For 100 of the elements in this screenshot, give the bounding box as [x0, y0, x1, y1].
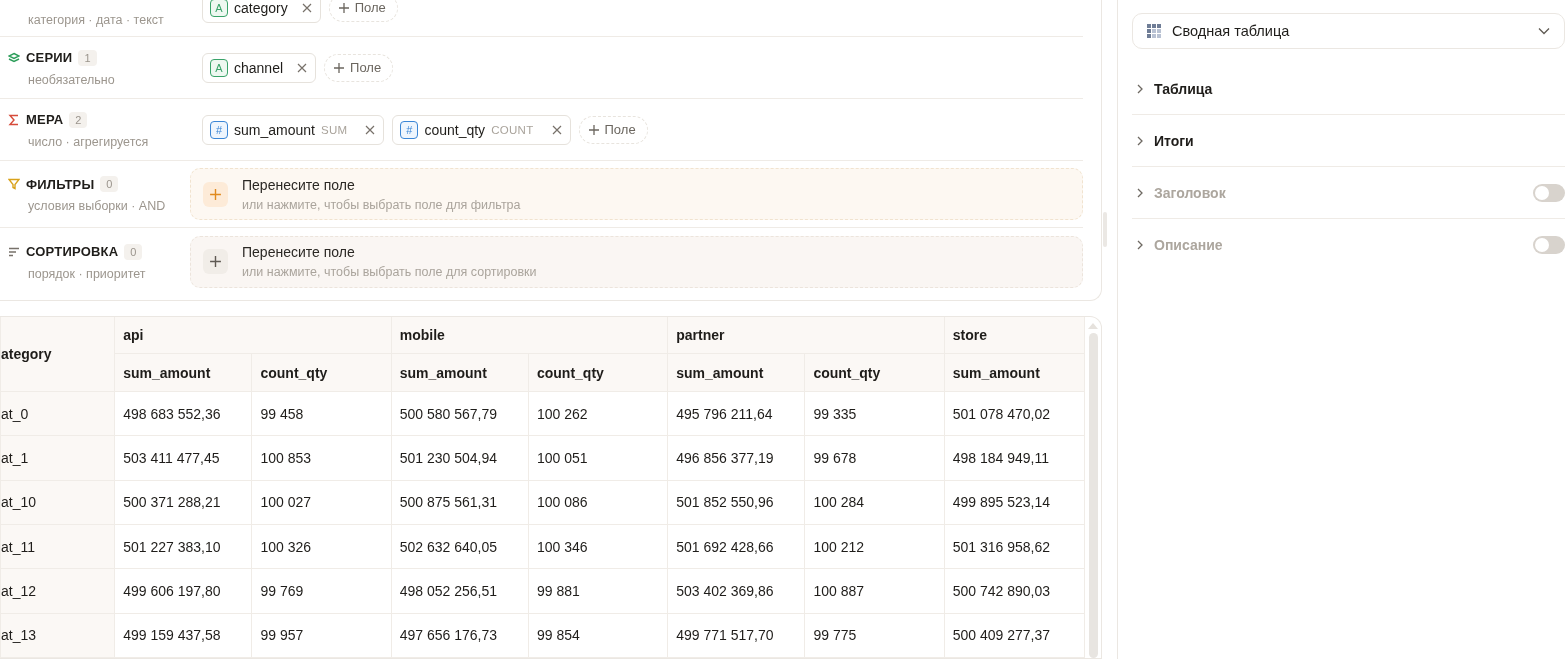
table-cell: 500 409 277,37 — [944, 613, 1085, 658]
count-badge: 1 — [78, 49, 97, 66]
toggle-switch[interactable] — [1533, 183, 1565, 202]
table-cell: 499 895 523,14 — [944, 480, 1085, 525]
column-header: count_qty — [804, 353, 945, 392]
drop-title: Перенесите поле — [242, 176, 356, 193]
table-cell: 501 692 428,66 — [667, 524, 805, 569]
drop-zone[interactable]: Перенесите поле или нажмите, чтобы выбрать поле для сортировки — [190, 235, 1083, 288]
add-field-button[interactable]: Поле — [328, 0, 398, 22]
field-chip[interactable]: A category — [202, 0, 321, 23]
chevron-right-icon — [1136, 187, 1144, 198]
field-chip[interactable]: A channel — [202, 52, 317, 83]
aggregation-label: COUNT — [491, 123, 534, 136]
table-cell: 99 957 — [251, 613, 392, 658]
table-cell: 99 335 — [804, 391, 945, 436]
row-label: at_0 — [0, 391, 115, 436]
drop-title: Перенесите поле — [242, 244, 356, 260]
group-header: mobile — [391, 317, 668, 354]
table-cell: 100 887 — [804, 568, 945, 614]
plus-icon — [333, 61, 346, 74]
table-cell: 498 683 552,36 — [114, 391, 252, 436]
scroll-up-icon[interactable] — [1088, 323, 1098, 329]
group-header: api — [114, 317, 392, 354]
section-header[interactable]: Таблица — [1136, 80, 1565, 97]
chevron-down-icon — [1538, 27, 1550, 35]
column-header: sum_amount — [667, 353, 805, 392]
row-label: at_1 — [0, 435, 115, 481]
row-header: ategory — [0, 317, 115, 392]
type-badge: A — [210, 0, 228, 17]
field-chip[interactable]: # count_qty COUNT — [392, 114, 571, 145]
table-cell: 497 656 176,73 — [391, 613, 529, 658]
shelf-hint: необязательно — [27, 72, 116, 87]
table-cell: 499 159 437,58 — [114, 613, 252, 658]
plus-icon — [587, 123, 600, 136]
close-icon[interactable] — [365, 124, 376, 135]
table-cell: 500 875 561,31 — [391, 480, 529, 525]
row-label: at_13 — [0, 613, 115, 658]
table-cell: 496 856 377,19 — [667, 435, 805, 481]
chevron-right-icon — [1136, 135, 1144, 146]
chevron-right-icon — [1136, 239, 1144, 250]
type-badge: # — [210, 120, 228, 139]
field-name: sum_amount — [234, 121, 315, 138]
count-badge: 0 — [124, 243, 143, 260]
table-cell: 501 078 470,02 — [944, 391, 1085, 436]
close-icon[interactable] — [301, 2, 312, 13]
table-cell: 100 284 — [804, 480, 945, 525]
table-cell: 501 230 504,94 — [391, 435, 529, 481]
plus-icon — [209, 187, 222, 201]
table-cell: 500 742 890,03 — [944, 568, 1085, 614]
column-header: sum_amount — [944, 353, 1085, 392]
group-header: store — [944, 317, 1085, 354]
table-cell: 100 212 — [804, 524, 945, 569]
toggle-switch[interactable] — [1533, 235, 1565, 254]
table-cell: 501 227 383,10 — [114, 524, 252, 569]
table-cell: 501 316 958,62 — [944, 524, 1085, 569]
table-cell: 100 051 — [528, 435, 668, 481]
widget-type-select[interactable]: Сводная таблица — [1132, 13, 1565, 49]
layers-icon — [8, 51, 20, 64]
close-icon[interactable] — [551, 124, 562, 135]
table-cell: 502 632 640,05 — [391, 524, 529, 569]
section-header[interactable]: Итоги — [1136, 132, 1565, 149]
sort-icon — [8, 245, 20, 258]
shelf-hint: число · агрегируется — [27, 134, 150, 149]
sigma-icon — [8, 113, 20, 126]
field-name: channel — [234, 59, 284, 76]
count-badge: 2 — [69, 111, 88, 128]
chevron-right-icon — [1136, 83, 1144, 94]
table-cell: 99 881 — [528, 568, 668, 614]
table-cell: 100 326 — [251, 524, 392, 569]
aggregation-label: SUM — [320, 123, 348, 136]
plus-icon — [209, 255, 222, 268]
shelf-hint: категория · дата · текст — [27, 12, 165, 27]
add-field-button[interactable]: Поле — [578, 115, 648, 144]
shelf-title: СЕРИИ — [26, 50, 73, 65]
table-cell: 498 052 256,51 — [391, 568, 529, 614]
table-cell: 99 678 — [804, 435, 945, 481]
shelf-title: МЕРА — [26, 112, 64, 127]
add-field-button[interactable]: Поле — [324, 53, 394, 82]
table-cell: 503 402 369,86 — [667, 568, 805, 614]
column-header: sum_amount — [114, 353, 252, 392]
table-cell: 100 346 — [528, 524, 668, 569]
row-label: at_12 — [0, 568, 115, 614]
shelf-hint: порядок · приоритет — [27, 266, 147, 281]
drop-zone[interactable]: Перенесите поле или нажмите, чтобы выбрать поле для фильтра — [190, 168, 1083, 220]
table-cell: 99 769 — [251, 568, 392, 614]
filter-icon — [8, 178, 20, 190]
table-cell: 495 796 211,64 — [667, 391, 805, 436]
field-name: count_qty — [424, 121, 486, 138]
table-cell: 100 262 — [528, 391, 668, 436]
table-cell: 100 027 — [251, 480, 392, 525]
type-badge: A — [210, 58, 228, 77]
close-icon[interactable] — [297, 62, 308, 73]
column-header: count_qty — [528, 353, 668, 392]
table-cell: 498 184 949,11 — [944, 435, 1085, 481]
field-chip[interactable]: # sum_amount SUM — [202, 114, 385, 145]
drop-hint: или нажмите, чтобы выбрать поле для сортировки — [242, 265, 537, 279]
scrollbar-thumb[interactable] — [1088, 333, 1098, 658]
count-badge: 0 — [100, 176, 119, 192]
column-header: count_qty — [251, 353, 392, 392]
table-cell: 501 852 550,96 — [667, 480, 805, 525]
